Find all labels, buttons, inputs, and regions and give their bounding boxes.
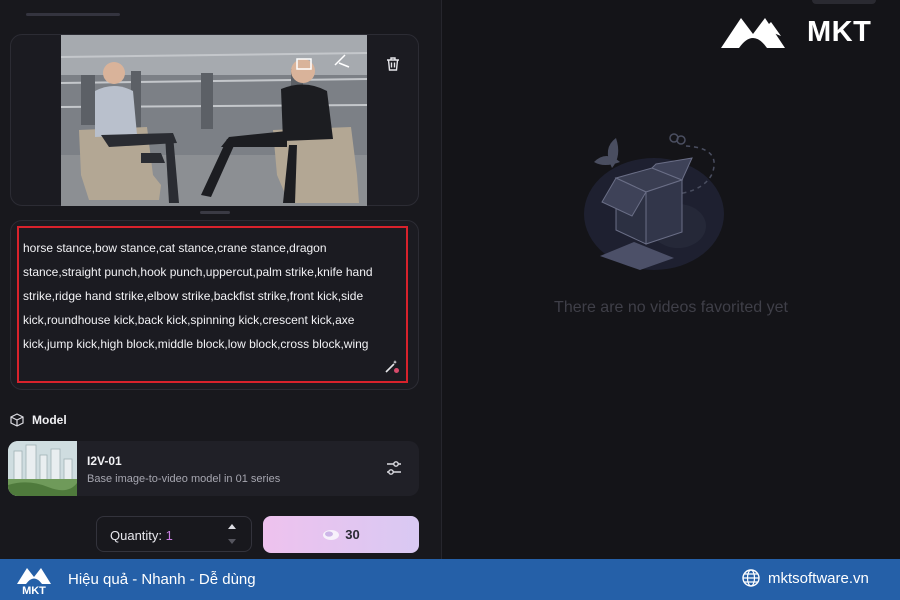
model-section-label: Model	[32, 413, 67, 427]
quantity-label: Quantity: 1	[110, 528, 173, 543]
mkt-logo-text: MKT	[807, 15, 872, 48]
sliders-icon	[387, 461, 401, 475]
magic-wand-icon	[385, 360, 399, 373]
prompt-enhance-button[interactable]	[382, 356, 402, 376]
footer-logo-text: MKT	[22, 585, 46, 597]
quantity-label-text: Quantity:	[110, 528, 166, 543]
generate-button[interactable]: 30	[263, 516, 419, 553]
model-section-header: Model	[10, 413, 67, 427]
empty-box-icon	[584, 133, 724, 270]
active-tab-indicator	[26, 13, 120, 16]
model-description: Base image-to-video model in 01 series	[87, 473, 281, 485]
resize-handle[interactable]	[200, 211, 230, 214]
reference-image	[61, 35, 367, 206]
empty-favorites-message: There are no videos favorited yet	[554, 299, 788, 316]
chevron-down-icon[interactable]	[227, 538, 237, 545]
mkt-logo: MKT	[719, 14, 871, 50]
quantity-stepper[interactable]	[226, 523, 238, 545]
reference-image-graphic	[61, 35, 367, 206]
globe-icon	[742, 569, 760, 587]
generate-credits: 30	[345, 527, 360, 542]
top-tab-chip[interactable]	[812, 0, 876, 4]
prompt-input[interactable]: horse stance,bow stance,cat stance,crane…	[23, 236, 405, 356]
empty-state-illustration	[582, 128, 732, 283]
model-thumbnail-graphic	[8, 441, 77, 496]
website-link[interactable]: mktsoftware.vn	[742, 569, 869, 587]
quantity-value[interactable]: 1	[166, 528, 173, 543]
delete-image-button[interactable]	[382, 53, 404, 75]
model-settings-button[interactable]	[384, 458, 404, 478]
trash-icon	[387, 57, 399, 71]
chevron-up-icon[interactable]	[227, 523, 237, 530]
gem-icon	[323, 529, 340, 540]
footer-logo: MKT	[16, 565, 52, 597]
model-name: I2V-01	[87, 454, 122, 468]
website-url[interactable]: mktsoftware.vn	[768, 570, 869, 587]
model-thumbnail	[8, 441, 77, 496]
mkt-logo-icon	[721, 18, 785, 48]
footer-logo-icon	[17, 568, 51, 584]
cube-icon	[10, 413, 24, 427]
footer-slogan: Hiệu quả - Nhanh - Dễ dùng	[68, 571, 256, 588]
